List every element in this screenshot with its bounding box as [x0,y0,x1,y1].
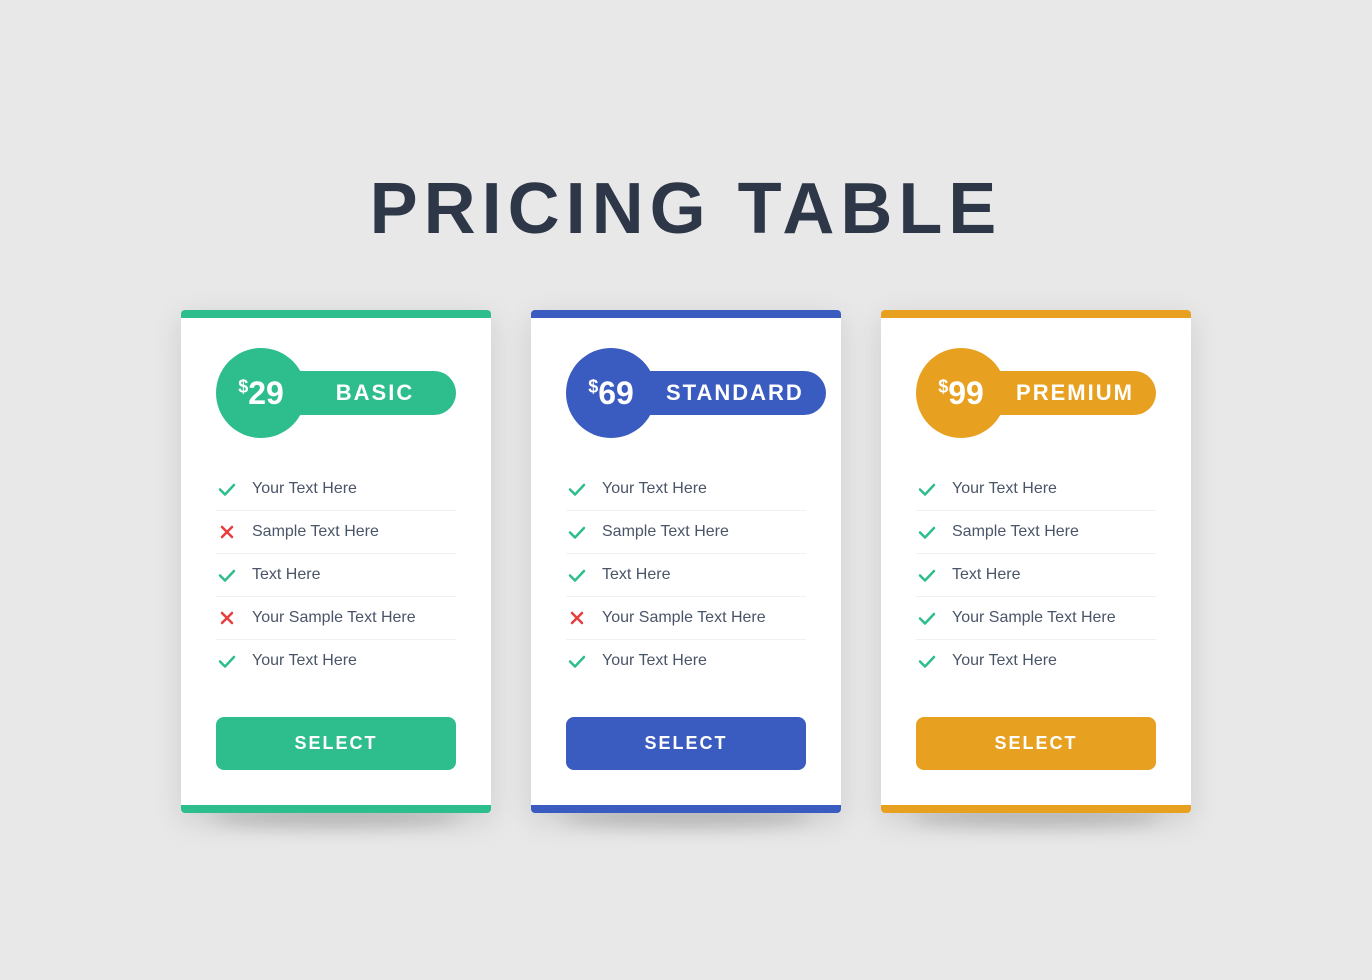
standard-feature-text-0: Your Text Here [602,480,707,498]
basic-select-button[interactable]: SELECT [216,717,456,770]
standard-price: $69 [588,377,634,409]
check-yes-icon [566,650,588,672]
premium-select-button[interactable]: SELECT [916,717,1156,770]
premium-feature-text-4: Your Text Here [952,652,1057,670]
check-yes-icon [916,564,938,586]
check-yes-icon [916,478,938,500]
basic-features-list: Your Text Here Sample Text Here Text Her… [216,468,456,682]
standard-header: $69 STANDARD [566,348,806,438]
check-yes-icon [916,607,938,629]
basic-plan-name: BASIC [336,380,414,406]
basic-bottom-bar [181,805,491,813]
basic-top-bar [181,310,491,318]
pricing-card-standard: $69 STANDARD Your Text Here Sample Text H… [531,310,841,813]
basic-price-circle: $29 [216,348,306,438]
standard-feature-text-4: Your Text Here [602,652,707,670]
check-yes-icon [916,650,938,672]
basic-feature-item: Your Text Here [216,468,456,511]
check-yes-icon [566,521,588,543]
premium-feature-item: Your Sample Text Here [916,597,1156,640]
premium-feature-item: Text Here [916,554,1156,597]
page-title: PRICING TABLE [370,168,1003,250]
basic-feature-text-2: Text Here [252,566,320,584]
basic-feature-item: Your Sample Text Here [216,597,456,640]
pricing-card-premium: $99 PREMIUM Your Text Here Sample Text He… [881,310,1191,813]
basic-feature-text-3: Your Sample Text Here [252,609,416,627]
check-yes-icon [216,478,238,500]
check-yes-icon [916,521,938,543]
standard-plan-name: STANDARD [666,380,804,406]
premium-feature-text-3: Your Sample Text Here [952,609,1116,627]
basic-feature-item: Your Text Here [216,640,456,682]
premium-feature-item: Sample Text Here [916,511,1156,554]
premium-name-badge: PREMIUM [998,371,1156,415]
premium-top-bar [881,310,1191,318]
premium-feature-item: Your Text Here [916,640,1156,682]
standard-select-button[interactable]: SELECT [566,717,806,770]
basic-feature-text-0: Your Text Here [252,480,357,498]
standard-feature-item: Sample Text Here [566,511,806,554]
standard-bottom-bar [531,805,841,813]
premium-feature-item: Your Text Here [916,468,1156,511]
standard-top-bar [531,310,841,318]
check-yes-icon [216,650,238,672]
standard-feature-item: Your Sample Text Here [566,597,806,640]
check-yes-icon [216,564,238,586]
premium-features-list: Your Text Here Sample Text Here Text Her… [916,468,1156,682]
standard-name-badge: STANDARD [648,371,826,415]
basic-name-badge: BASIC [298,371,456,415]
basic-feature-text-4: Your Text Here [252,652,357,670]
standard-feature-text-1: Sample Text Here [602,523,729,541]
premium-price-circle: $99 [916,348,1006,438]
standard-feature-item: Your Text Here [566,640,806,682]
standard-feature-item: Your Text Here [566,468,806,511]
premium-header: $99 PREMIUM [916,348,1156,438]
check-no-icon [216,521,238,543]
premium-feature-text-0: Your Text Here [952,480,1057,498]
standard-feature-text-2: Text Here [602,566,670,584]
pricing-cards-container: $29 BASIC Your Text Here Sample Text Here… [181,310,1191,813]
check-no-icon [566,607,588,629]
premium-price: $99 [938,377,984,409]
basic-feature-item: Text Here [216,554,456,597]
check-yes-icon [566,478,588,500]
premium-plan-name: PREMIUM [1016,380,1134,406]
pricing-card-basic: $29 BASIC Your Text Here Sample Text Here… [181,310,491,813]
standard-feature-item: Text Here [566,554,806,597]
check-no-icon [216,607,238,629]
premium-bottom-bar [881,805,1191,813]
check-yes-icon [566,564,588,586]
standard-price-circle: $69 [566,348,656,438]
basic-feature-text-1: Sample Text Here [252,523,379,541]
premium-feature-text-1: Sample Text Here [952,523,1079,541]
standard-feature-text-3: Your Sample Text Here [602,609,766,627]
standard-features-list: Your Text Here Sample Text Here Text Her… [566,468,806,682]
premium-feature-text-2: Text Here [952,566,1020,584]
basic-feature-item: Sample Text Here [216,511,456,554]
basic-price: $29 [238,377,284,409]
basic-header: $29 BASIC [216,348,456,438]
